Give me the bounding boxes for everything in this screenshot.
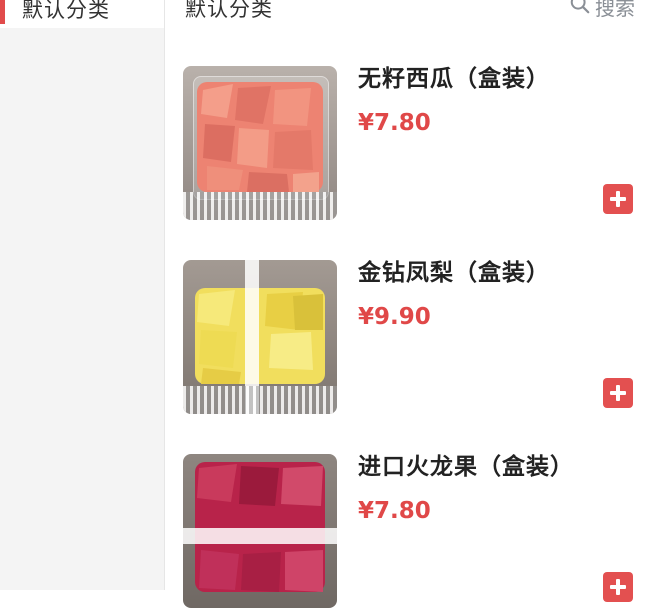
container-rim [183,192,337,220]
sidebar-item-label: 默认分类 [22,0,110,22]
search-icon [569,0,591,20]
add-to-cart-button[interactable] [603,378,633,408]
add-to-cart-button[interactable] [603,572,633,602]
product-card[interactable]: 金钻凤梨（盒装） ¥9.90 [183,260,653,420]
product-name: 无籽西瓜（盒装） [358,66,550,92]
product-name: 金钻凤梨（盒装） [358,260,550,286]
search-button[interactable]: 搜索 [569,0,635,21]
product-image-pineapple[interactable] [183,260,337,414]
sidebar-item-default-category[interactable]: 默认分类 [0,0,164,28]
category-sidebar: 默认分类 [0,0,165,590]
product-price: ¥7.80 [358,498,431,524]
active-indicator [0,0,5,24]
product-name: 进口火龙果（盒装） [358,454,574,480]
product-image-dragonfruit[interactable] [183,454,337,608]
container-rim [183,386,337,414]
product-label-strip [183,528,337,544]
clear-container [193,76,329,200]
product-price: ¥7.80 [358,110,431,136]
product-image-watermelon[interactable] [183,66,337,220]
search-label: 搜索 [595,0,635,20]
product-card[interactable]: 进口火龙果（盒装） ¥7.80 [183,454,653,614]
add-to-cart-button[interactable] [603,184,633,214]
product-price: ¥9.90 [358,304,431,330]
product-list-panel: 默认分类 搜索 无籽西瓜（盒装） ¥7.80 金钻凤梨（盒装） ¥9.90 进口… [165,0,655,608]
category-title: 默认分类 [185,0,273,21]
product-card[interactable]: 无籽西瓜（盒装） ¥7.80 [183,66,653,226]
